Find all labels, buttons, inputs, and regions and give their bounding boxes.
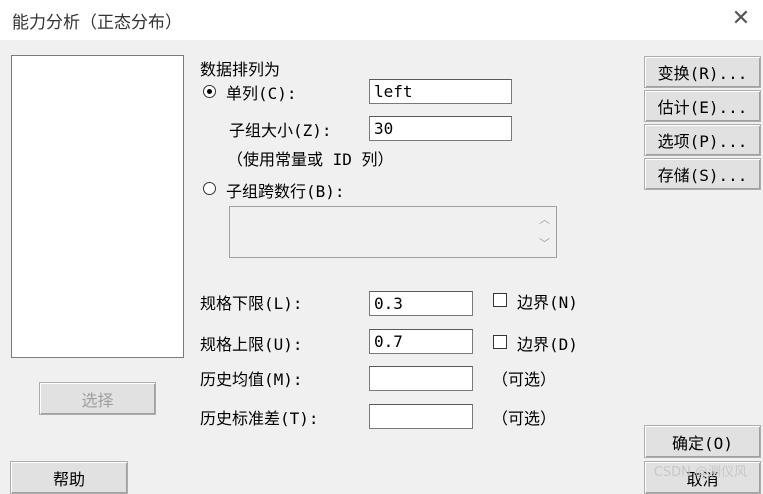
upper-boundary-label: 边界(D) (517, 335, 578, 354)
single-column-radio[interactable] (203, 85, 216, 98)
close-icon[interactable]: ✕ (721, 0, 761, 36)
window-title: 能力分析（正态分布） (12, 13, 182, 33)
single-column-input[interactable]: left (369, 79, 512, 104)
historical-mean-label: 历史均值(M): (200, 370, 303, 389)
options-button[interactable]: 选项(P)... (644, 124, 761, 156)
lower-spec-label: 规格下限(L): (200, 294, 303, 313)
lower-spec-input[interactable]: 0.3 (369, 291, 473, 316)
lower-boundary-label: 边界(N) (517, 293, 578, 312)
variable-list[interactable] (11, 55, 184, 358)
historical-std-input[interactable] (369, 404, 473, 429)
subgroups-across-rows-input[interactable]: ︿ ﹀ (229, 206, 557, 258)
estimate-button[interactable]: 估计(E)... (644, 90, 761, 122)
lower-boundary-checkbox[interactable] (493, 293, 507, 307)
historical-mean-input[interactable] (369, 366, 473, 391)
subgroup-hint: （使用常量或 ID 列） (227, 150, 394, 169)
upper-spec-input[interactable]: 0.7 (369, 329, 473, 354)
scroll-down-icon[interactable]: ﹀ (539, 235, 550, 251)
ok-button[interactable]: 确定(O) (644, 425, 761, 458)
data-arrangement-heading: 数据排列为 (200, 60, 281, 79)
historical-std-label: 历史标准差(T): (200, 409, 319, 428)
title-bar: 能力分析（正态分布） ✕ (0, 0, 763, 40)
subgroups-across-rows-radio[interactable] (203, 182, 216, 195)
subgroup-size-label: 子组大小(Z): (229, 121, 332, 140)
historical-std-optional: （可选） (492, 409, 557, 428)
watermark: CSDN @测仪风 (653, 465, 747, 480)
scroll-up-icon[interactable]: ︿ (539, 211, 550, 227)
upper-boundary-checkbox[interactable] (493, 335, 507, 349)
historical-mean-optional: （可选） (492, 370, 557, 389)
subgroup-size-input[interactable]: 30 (369, 116, 512, 141)
subgroups-across-rows-label: 子组跨数行(B): (226, 182, 345, 201)
single-column-label: 单列(C): (226, 84, 297, 103)
storage-button[interactable]: 存储(S)... (644, 158, 761, 190)
upper-spec-label: 规格上限(U): (200, 335, 303, 354)
help-button[interactable]: 帮助 (10, 461, 128, 494)
select-button[interactable]: 选择 (39, 382, 156, 415)
transform-button[interactable]: 变换(R)... (644, 56, 761, 88)
